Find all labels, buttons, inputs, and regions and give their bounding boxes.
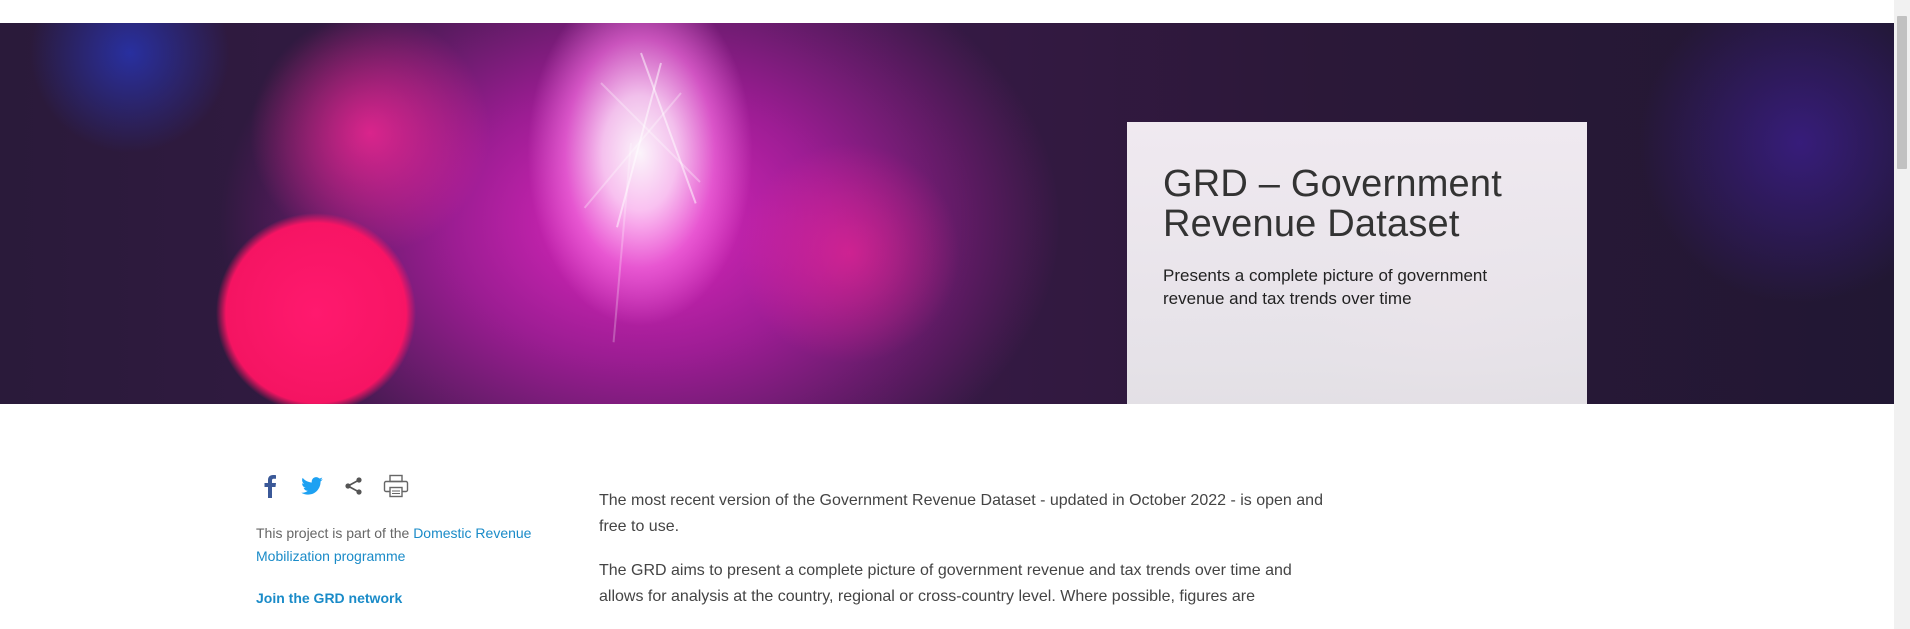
join-network-link[interactable]: Join the GRD network (256, 590, 402, 606)
twitter-icon[interactable] (298, 472, 326, 500)
hero-card: GRD – Government Revenue Dataset Present… (1127, 122, 1587, 404)
scrollbar-thumb[interactable] (1897, 16, 1907, 169)
page-scrollbar[interactable] (1894, 0, 1910, 629)
top-bar (0, 0, 1894, 23)
page-subtitle: Presents a complete picture of governmen… (1163, 266, 1488, 308)
project-note-text: This project is part of the (256, 525, 414, 541)
description-paragraph: The GRD aims to present a complete pictu… (599, 562, 1292, 605)
share-icon[interactable] (340, 472, 368, 500)
project-note: This project is part of the Domestic Rev… (256, 522, 556, 568)
page-title: GRD – Government Revenue Dataset (1163, 163, 1502, 245)
print-icon[interactable] (382, 472, 410, 500)
hero-banner: GRD – Government Revenue Dataset Present… (0, 23, 1894, 404)
main-content: The most recent version of the Governmen… (599, 488, 1339, 628)
intro-paragraph: The most recent version of the Governmen… (599, 492, 1323, 535)
share-bar (256, 472, 410, 500)
facebook-icon[interactable] (256, 472, 284, 500)
